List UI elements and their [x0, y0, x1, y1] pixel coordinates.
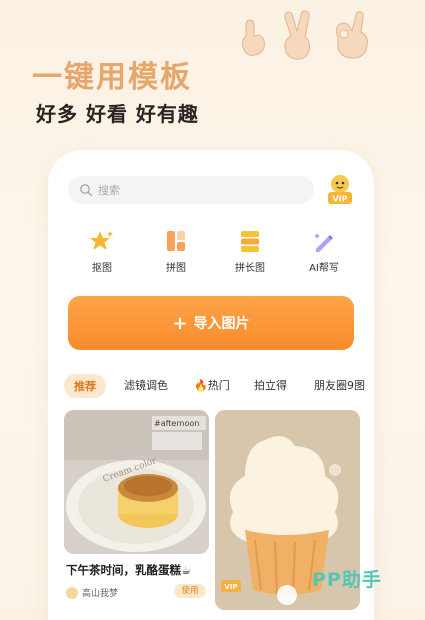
feature-long-image[interactable]: 拼长图 — [220, 228, 280, 274]
photo-hashtag: #afternoon — [154, 419, 199, 428]
feature-label: 抠图 — [92, 263, 112, 274]
vip-label: VIP — [332, 195, 347, 204]
vip-badge: VIP — [224, 583, 237, 591]
tab-moments-9[interactable]: 朋友圈9图 — [314, 377, 365, 393]
import-image-button[interactable]: + 导入图片 — [68, 296, 354, 350]
template-card-title: 下午茶时间，乳酪蛋糕☕ — [66, 563, 192, 577]
author-name: 高山我梦 — [82, 589, 119, 599]
star-sparkle-icon — [90, 231, 113, 250]
promo-subline: 好多 好看 好有趣 — [36, 102, 199, 126]
hand-gestures-illustration — [241, 10, 368, 60]
search-placeholder: 搜索 — [98, 184, 120, 197]
tab-recommended[interactable]: 推荐 — [64, 374, 106, 398]
phone-frame: 搜索 VIP 抠图 拼图 拼长图 AI帮写 + 导入图片 推荐 滤镜调色 🔥热门… — [48, 150, 374, 620]
tab-hot[interactable]: 🔥热门 — [194, 377, 230, 393]
avatar — [66, 586, 78, 599]
search-icon — [80, 184, 93, 197]
feature-ai-write[interactable]: AI帮写 — [294, 228, 354, 274]
cake-photo: Cream color #afternoon — [64, 410, 209, 554]
feature-label: 拼图 — [166, 263, 186, 274]
feature-row: 抠图 拼图 拼长图 AI帮写 — [48, 228, 374, 276]
promo-headline: 一键用模板 — [32, 60, 192, 95]
tab-filters[interactable]: 滤镜调色 — [124, 377, 168, 393]
ok-hand-icon — [335, 11, 368, 59]
tab-polaroid[interactable]: 拍立得 — [254, 377, 287, 393]
pointing-hand-icon — [241, 19, 265, 56]
template-card-author: 高山我梦 — [66, 586, 118, 599]
feature-label: AI帮写 — [309, 263, 339, 274]
long-image-icon — [241, 231, 259, 252]
ai-pen-icon — [314, 233, 333, 252]
use-template-button[interactable]: 使用 — [174, 584, 206, 598]
plus-icon: + — [172, 312, 188, 334]
collage-icon — [167, 231, 185, 251]
feature-cutout[interactable]: 抠图 — [72, 228, 132, 274]
template-card-cake[interactable]: Cream color #afternoon — [64, 410, 209, 554]
feature-collage[interactable]: 拼图 — [146, 228, 206, 274]
category-tabs: 推荐 滤镜调色 🔥热门 拍立得 朋友圈9图 — [64, 374, 374, 398]
peace-hand-icon — [284, 10, 310, 60]
search-input[interactable]: 搜索 — [68, 176, 314, 204]
app-watermark: PP助手 — [312, 569, 382, 591]
vip-mascot-icon[interactable]: VIP — [326, 172, 354, 206]
import-image-label: 导入图片 — [193, 316, 250, 332]
feature-label: 拼长图 — [235, 263, 265, 274]
